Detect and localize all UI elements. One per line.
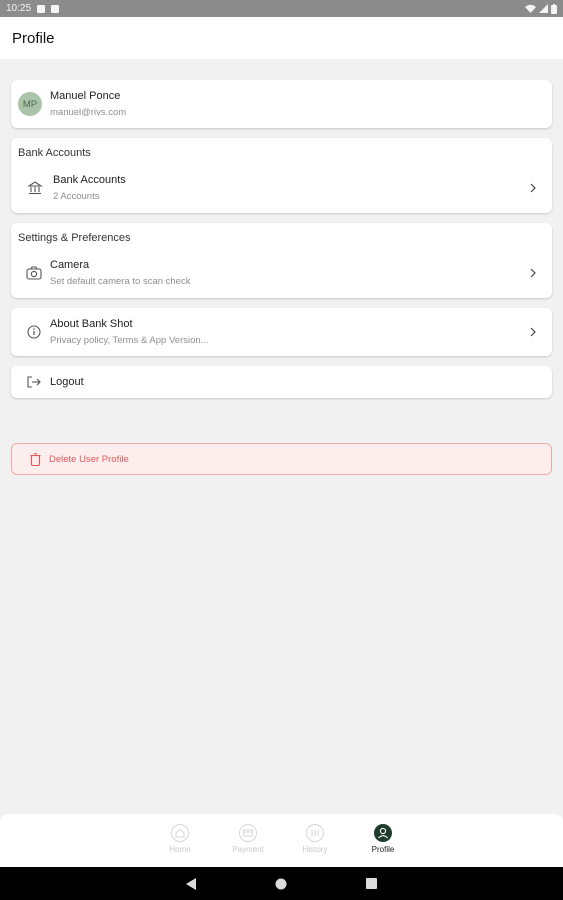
about-label: About Bank Shot <box>50 318 133 330</box>
bank-accounts-item[interactable]: Bank Accounts 2 Accounts <box>11 167 552 209</box>
signal-icon <box>539 4 548 13</box>
delete-profile-button[interactable]: Delete User Profile <box>11 443 552 475</box>
settings-section: Settings & Preferences Camera Set defaul… <box>11 223 552 298</box>
chevron-right-icon <box>530 183 536 193</box>
about-description: Privacy policy, Terms & App Version... <box>50 335 209 346</box>
profile-card[interactable]: MP Manuel Ponce manuel@rivs.com <box>11 80 552 128</box>
trash-icon <box>30 452 41 466</box>
nav-payment-label: Payment <box>232 845 264 854</box>
camera-item[interactable]: Camera Set default camera to scan check <box>11 252 552 294</box>
notification-icon <box>37 4 46 13</box>
delete-profile-label: Delete User Profile <box>49 453 129 465</box>
nav-home[interactable]: Home <box>160 824 200 854</box>
nav-history-label: History <box>302 845 328 854</box>
avatar: MP <box>18 92 42 116</box>
nav-profile-label: Profile <box>371 845 395 854</box>
bank-icon <box>27 181 43 195</box>
camera-label: Camera <box>50 259 90 271</box>
logout-label: Logout <box>50 376 84 388</box>
bottom-nav: Home Payment History Profile <box>0 814 563 867</box>
home-icon <box>171 824 189 842</box>
nav-home-label: Home <box>169 845 191 854</box>
chevron-right-icon <box>530 268 536 278</box>
home-button-icon[interactable] <box>275 878 287 890</box>
system-nav-bar <box>0 867 563 900</box>
page-title: Profile <box>12 29 55 47</box>
status-bar: 10:25 <box>0 0 563 17</box>
bank-accounts-count: 2 Accounts <box>53 191 100 202</box>
profile-email: manuel@rivs.com <box>50 107 127 118</box>
nav-payment[interactable]: Payment <box>228 824 268 854</box>
section-title-settings: Settings & Preferences <box>18 232 131 244</box>
chevron-right-icon <box>530 327 536 337</box>
profile-icon <box>374 824 392 842</box>
sd-card-icon <box>51 4 60 13</box>
camera-description: Set default camera to scan check <box>50 276 191 287</box>
nav-history[interactable]: History <box>295 824 335 854</box>
logout-item[interactable]: Logout <box>11 366 552 398</box>
about-item[interactable]: About Bank Shot Privacy policy, Terms & … <box>11 308 552 356</box>
logout-icon <box>27 376 41 388</box>
history-icon <box>306 824 324 842</box>
bank-accounts-section: Bank Accounts Bank Accounts 2 Accounts <box>11 138 552 213</box>
back-icon[interactable] <box>185 878 197 890</box>
app-bar: Profile <box>0 17 563 59</box>
wifi-icon <box>525 4 536 13</box>
recents-icon[interactable] <box>366 878 377 889</box>
profile-name: Manuel Ponce <box>50 90 121 102</box>
battery-icon <box>551 3 557 14</box>
nav-profile[interactable]: Profile <box>363 824 403 854</box>
section-title-bank: Bank Accounts <box>18 147 91 159</box>
camera-icon <box>26 266 42 280</box>
bank-accounts-label: Bank Accounts <box>53 174 126 186</box>
status-time: 10:25 <box>6 3 32 14</box>
payment-icon <box>239 824 257 842</box>
info-icon <box>27 325 41 339</box>
